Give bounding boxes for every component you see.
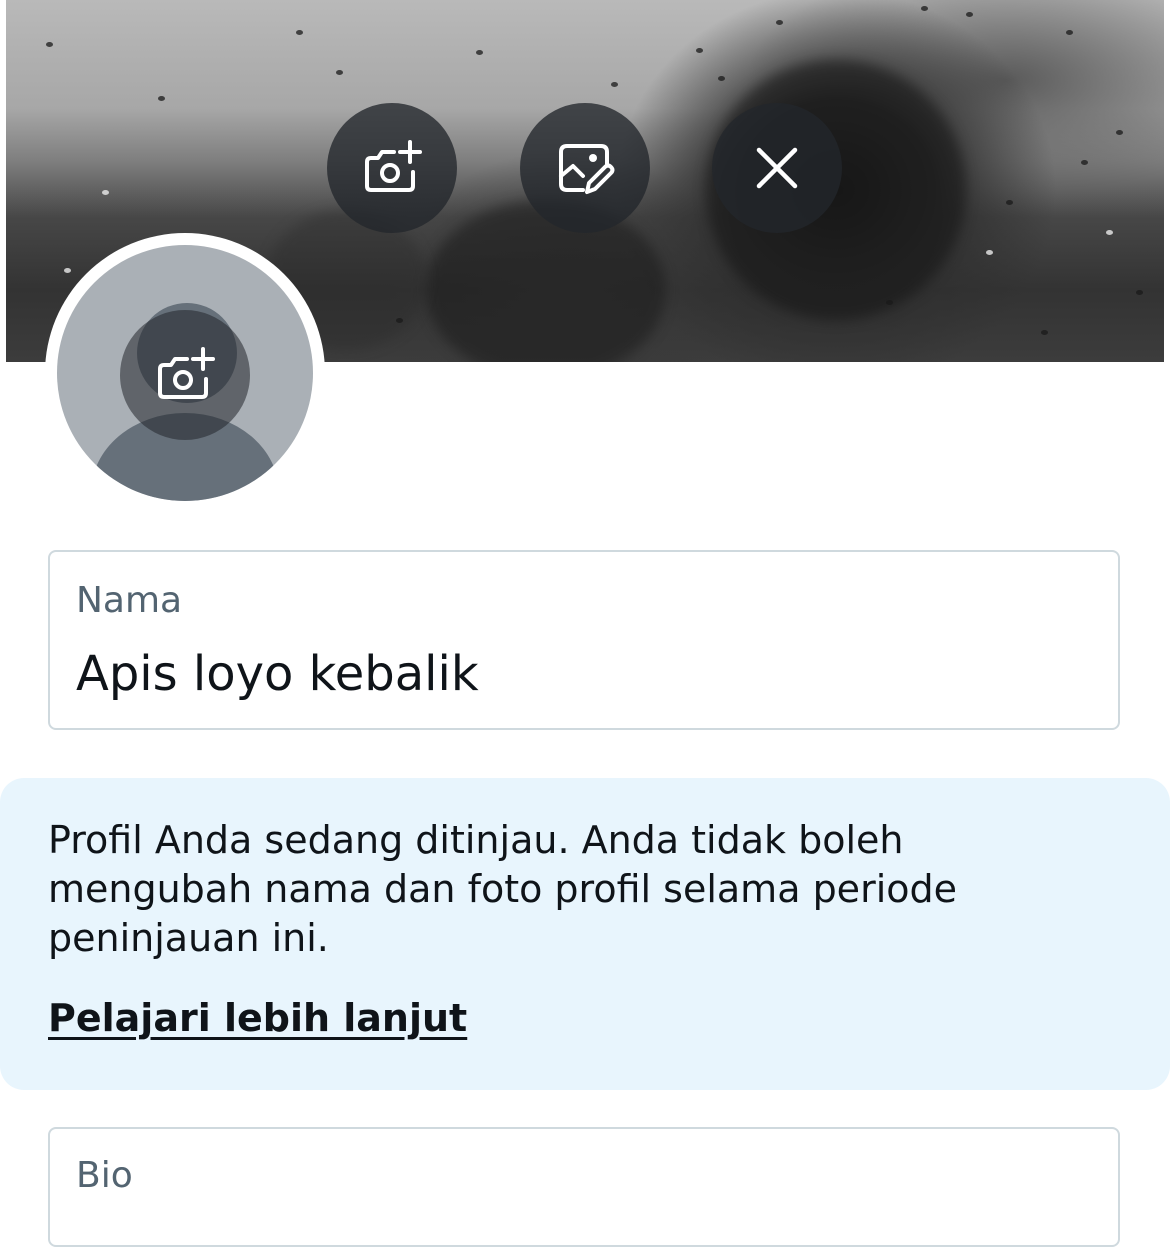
- close-icon: [756, 147, 798, 189]
- edit-banner-photo-button[interactable]: [520, 103, 650, 233]
- raindrop: [1066, 30, 1073, 35]
- raindrop: [46, 42, 53, 47]
- raindrop: [718, 76, 725, 81]
- raindrop: [886, 300, 893, 305]
- raindrop: [336, 70, 343, 75]
- raindrop: [476, 50, 483, 55]
- raindrop: [1116, 130, 1123, 135]
- name-field-label: Nama: [76, 580, 183, 621]
- raindrop: [966, 12, 973, 17]
- profile-review-notice: Profil Anda sedang ditinjau. Anda tidak …: [0, 778, 1170, 1090]
- notice-text: Profil Anda sedang ditinjau. Anda tidak …: [48, 818, 957, 960]
- raindrop: [102, 190, 109, 195]
- bio-field[interactable]: Bio: [48, 1127, 1120, 1247]
- profile-avatar-container: [45, 233, 325, 513]
- image-edit-icon: [559, 144, 615, 194]
- raindrop: [64, 268, 71, 273]
- name-field[interactable]: Nama: [48, 550, 1120, 730]
- add-avatar-photo-button[interactable]: [120, 310, 250, 440]
- raindrop: [296, 30, 303, 35]
- avatar: [57, 245, 313, 501]
- raindrop: [696, 48, 703, 53]
- add-banner-photo-button[interactable]: [327, 103, 457, 233]
- learn-more-link[interactable]: Pelajari lebih lanjut: [48, 996, 467, 1040]
- raindrop: [158, 96, 165, 101]
- camera-plus-icon: [365, 140, 422, 192]
- bio-field-label: Bio: [76, 1155, 133, 1196]
- raindrop: [1041, 330, 1048, 335]
- raindrop: [776, 20, 783, 25]
- raindrop: [1136, 290, 1143, 295]
- raindrop: [1081, 160, 1088, 165]
- remove-banner-button[interactable]: [712, 103, 842, 233]
- name-input[interactable]: [76, 646, 1076, 702]
- camera-plus-icon: [158, 347, 215, 399]
- raindrop: [921, 6, 928, 11]
- raindrop: [986, 250, 993, 255]
- banner-shadow: [426, 200, 666, 362]
- raindrop: [1006, 200, 1013, 205]
- raindrop: [396, 318, 403, 323]
- raindrop: [1106, 230, 1113, 235]
- raindrop: [611, 82, 618, 87]
